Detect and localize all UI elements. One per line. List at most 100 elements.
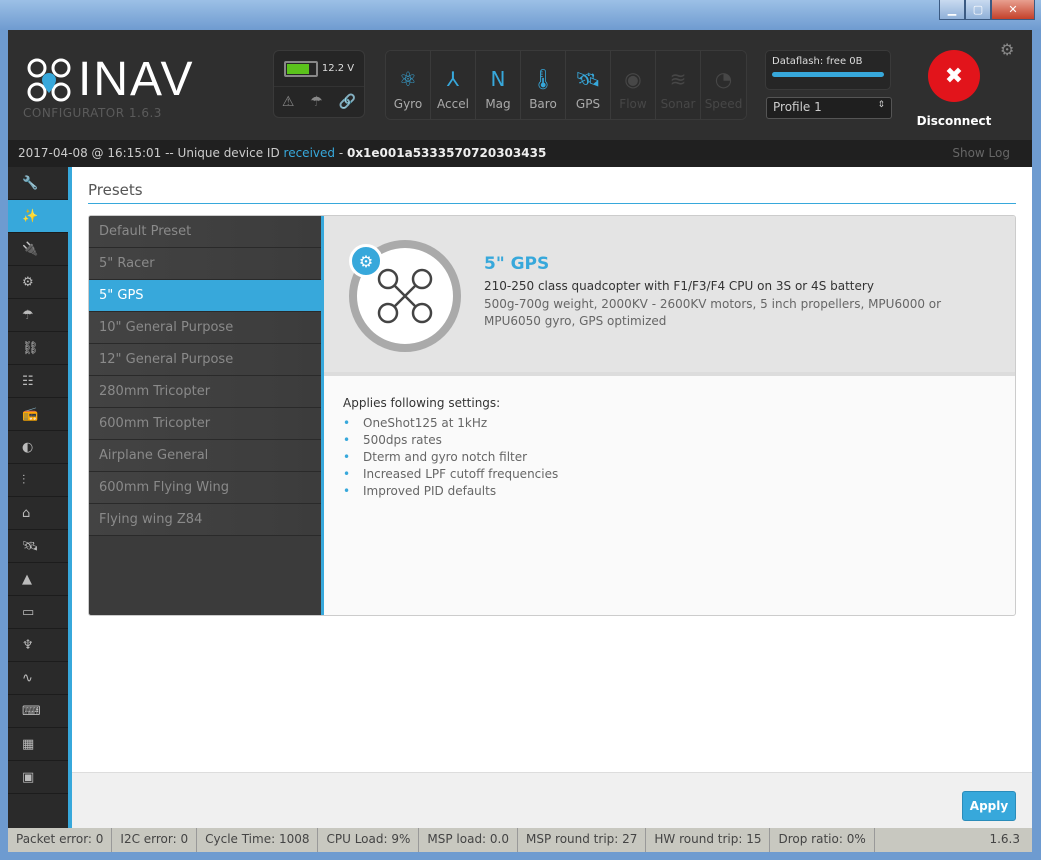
sidebar-item-led[interactable]: ♆: [8, 629, 68, 662]
sidebar-item-radio[interactable]: 📻: [8, 398, 68, 431]
compass-n-icon: N: [490, 67, 506, 91]
keyboard-icon: ⌨: [22, 703, 41, 719]
settings-gear-icon[interactable]: ⚙: [1000, 40, 1014, 59]
sidebar-item-satellite[interactable]: 🛰: [8, 530, 68, 563]
footer-stat: CPU Load: 9%: [318, 828, 420, 852]
sidebar-item-plug[interactable]: 🔌: [8, 233, 68, 266]
sidebar-item-pulse[interactable]: ∿: [8, 662, 68, 695]
preset-item[interactable]: 280mm Tricopter: [89, 376, 321, 408]
sensor-gps: 🛰 GPS: [566, 51, 611, 119]
footer-stat: I2C error: 0: [112, 828, 198, 852]
preset-item[interactable]: Airplane General: [89, 440, 321, 472]
parachute-icon: ☂: [22, 307, 34, 323]
sidebar-item-keyboard[interactable]: ⌨: [8, 695, 68, 728]
page-title: Presets: [88, 181, 1016, 204]
updown-icon: ⇕: [877, 100, 885, 110]
bottle-icon: ▲: [22, 571, 32, 587]
preset-item[interactable]: 5" Racer: [89, 248, 321, 280]
sensor-label: GPS: [575, 97, 601, 111]
apply-button[interactable]: Apply: [962, 791, 1016, 821]
maximize-button[interactable]: ▢: [965, 0, 991, 20]
preset-item[interactable]: 10" General Purpose: [89, 312, 321, 344]
sensor-gyro: ⚛ Gyro: [386, 51, 431, 119]
dataflash-bar: [772, 72, 884, 77]
terminal-icon: ▣: [22, 769, 35, 785]
satellite-icon: 🛰: [575, 67, 601, 91]
status-footer: Packet error: 0 I2C error: 0 Cycle Time: 1…: [8, 828, 1032, 852]
preset-description: 210-250 class quadcopter with F1/F3/F4 C…: [484, 279, 874, 293]
footer-stat: MSP round trip: 27: [518, 828, 647, 852]
preset-item[interactable]: 5" GPS: [89, 280, 321, 312]
quad-logo-icon: [27, 58, 71, 101]
sensor-baro: 🌡 Baro: [521, 51, 566, 119]
disconnect-label: Disconnect: [916, 114, 992, 128]
sidebar-item-terminal[interactable]: ▣: [8, 761, 68, 794]
sidebar-item-osd[interactable]: ▭: [8, 596, 68, 629]
logo: INAV: [26, 52, 194, 107]
led-icon: ♆: [22, 637, 34, 653]
log-bar: 2017-04-08 @ 16:15:01 -- Unique device I…: [8, 140, 1032, 167]
sidebar-item-toggles[interactable]: ◐: [8, 431, 68, 464]
sidebar-item-chip[interactable]: ▦: [8, 728, 68, 761]
sidebar-item-bottle[interactable]: ▲: [8, 563, 68, 596]
warning-icon: ⚠: [281, 94, 295, 110]
disconnect-button[interactable]: ✖ Disconnect: [914, 50, 994, 128]
sidebar-item-pot[interactable]: ⌂: [8, 497, 68, 530]
battery-voltage: 12.2 V: [321, 63, 355, 74]
pulse-icon: ∿: [22, 670, 33, 686]
preset-details: 500g-700g weight, 2000KV - 2600KV motors…: [484, 297, 942, 328]
battery-icon: [283, 60, 318, 77]
show-log-link[interactable]: Show Log: [952, 146, 1010, 160]
preset-item[interactable]: 600mm Tricopter: [89, 408, 321, 440]
plug-icon: 🔌: [22, 241, 39, 257]
usb-disconnect-icon: ✖: [928, 50, 980, 102]
log-highlight: received: [283, 146, 335, 160]
sensor-label: Speed: [704, 97, 743, 111]
preset-settings: Applies following settings: OneShot125 a…: [343, 396, 558, 501]
sensor-label: Flow: [619, 97, 647, 111]
pot-icon: ⌂: [22, 505, 31, 521]
close-button[interactable]: ✕: [991, 0, 1035, 20]
sidebar-item-network[interactable]: ⛓: [8, 332, 68, 365]
log-sep: -: [335, 146, 347, 160]
header: INAV CONFIGURATOR 1.6.3 12.2 V ⚠ ☂ 🔗 ⚛ Gy…: [8, 30, 1032, 140]
log-text: 2017-04-08 @ 16:15:01 -- Unique device I…: [18, 146, 284, 160]
bottom-toolbar: Apply: [72, 772, 1032, 828]
toggles-icon: ◐: [22, 439, 34, 455]
profile-select[interactable]: Profile 1 ⇕: [766, 97, 892, 119]
footer-stat: Packet error: 0: [8, 828, 113, 852]
sidebar-item-parachute[interactable]: ☂: [8, 299, 68, 332]
preset-item[interactable]: Default Preset: [89, 216, 321, 248]
radio-icon: 📻: [22, 406, 39, 422]
sidebar-item-tree[interactable]: ☷: [8, 365, 68, 398]
sensor-label: Sonar: [660, 97, 696, 111]
sidebar-item-sliders[interactable]: ⫶: [8, 464, 68, 497]
sidebar-item-wand[interactable]: ✨: [8, 200, 68, 233]
sliders-icon: ⫶: [22, 472, 26, 488]
thermometer-icon: 🌡: [530, 67, 556, 91]
battery-panel: 12.2 V ⚠ ☂ 🔗: [273, 50, 365, 118]
preset-item[interactable]: 12" General Purpose: [89, 344, 321, 376]
sensor-speed: ◔ Speed: [701, 51, 746, 119]
sidebar-item-gear[interactable]: ⚙: [8, 266, 68, 299]
axes-icon: ⅄: [446, 67, 460, 91]
sensor-sonar: ≋ Sonar: [656, 51, 701, 119]
footer-stat: MSP load: 0.0: [419, 828, 518, 852]
sensor-label: Baro: [529, 97, 557, 111]
sidebar-item-wrench[interactable]: 🔧: [8, 167, 68, 200]
link-icon: 🔗: [338, 94, 357, 110]
sensor-label: Mag: [485, 97, 511, 111]
quadcopter-icon: [377, 268, 433, 324]
speedometer-icon: ◔: [714, 67, 733, 91]
window-titlebar: ▁ ▢ ✕: [0, 0, 1041, 30]
main-content: Presets Default Preset 5" Racer 5" GPS 10" …: [72, 167, 1032, 772]
network-icon: ⛓: [22, 340, 39, 356]
footer-version: 1.6.3: [989, 832, 1020, 846]
footer-stat: HW round trip: 15: [646, 828, 771, 852]
preset-item[interactable]: 600mm Flying Wing: [89, 472, 321, 504]
minimize-button[interactable]: ▁: [939, 0, 965, 20]
preset-item[interactable]: Flying wing Z84: [89, 504, 321, 536]
sensor-label: Accel: [437, 97, 469, 111]
profile-value: Profile 1: [773, 100, 822, 114]
sidebar: 🔧 ✨ 🔌 ⚙ ☂ ⛓ ☷ 📻 ◐ ⫶ ⌂ 🛰 ▲ ▭ ♆ ∿ ⌨ ▦ ▣: [8, 167, 68, 852]
